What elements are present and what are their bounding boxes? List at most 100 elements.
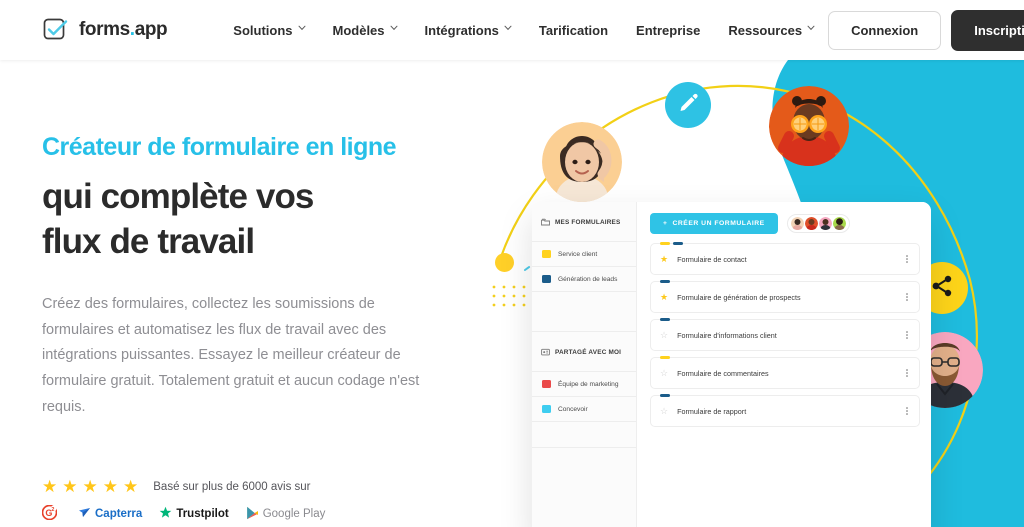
form-name: Formulaire d'informations client — [677, 330, 777, 340]
nav-item-tarification[interactable]: Tarification — [525, 17, 622, 44]
badge-label: Capterra — [95, 508, 143, 520]
nav-label: Solutions — [233, 22, 293, 38]
share-icon — [930, 274, 954, 303]
sidebar-divider — [532, 292, 636, 332]
nav-item-solutions[interactable]: Solutions — [219, 17, 318, 44]
badge-trustpilot[interactable]: Trustpilot — [159, 506, 229, 522]
nav-item-ressources[interactable]: Ressources — [714, 17, 828, 44]
badge-g2[interactable]: G 2 — [41, 504, 61, 523]
row-options-icon[interactable] — [904, 291, 910, 303]
form-name: Formulaire de rapport — [677, 406, 747, 416]
chevron-down-icon — [807, 25, 815, 32]
form-tags — [660, 280, 670, 283]
nav-label: Entreprise — [636, 22, 701, 38]
star-icon: ★ — [82, 477, 98, 496]
dashboard-toolbar: + CRÉER UN FORMULAIRE — [650, 213, 920, 234]
create-form-label: CRÉER UN FORMULAIRE — [672, 220, 765, 227]
sidebar-item-label: Concevoir — [558, 405, 588, 413]
folder-icon — [542, 380, 551, 388]
avatar-user-2 — [769, 86, 849, 166]
google-play-icon — [246, 506, 259, 523]
landing-page: forms.app Solutions Modèles Intégrations… — [0, 0, 1024, 527]
folder-icon — [542, 275, 551, 283]
pencil-bubble[interactable] — [665, 82, 711, 128]
hero-description: Créez des formulaires, collectez les sou… — [42, 295, 420, 416]
sidebar-section-shared-with-me: PARTAGÉ AVEC MOI — [532, 332, 636, 372]
sidebar-item-label: Équipe de marketing — [558, 380, 619, 388]
sidebar-item-equipe-de-marketing[interactable]: Équipe de marketing — [532, 372, 636, 397]
form-name: Formulaire de contact — [677, 254, 747, 264]
chevron-down-icon — [390, 25, 398, 32]
form-row[interactable]: ☆ Formulaire d'informations client — [650, 318, 920, 351]
sidebar-section-my-forms: MES FORMULAIRES — [532, 202, 636, 242]
dashboard-sidebar: MES FORMULAIRES Service client Génératio… — [532, 202, 637, 527]
form-row[interactable]: ☆ Formulaire de commentaires — [650, 356, 920, 389]
badge-capterra[interactable]: Capterra — [78, 506, 142, 522]
star-icon: ★ — [42, 477, 58, 496]
tag — [660, 394, 670, 397]
nav-item-integrations[interactable]: Intégrations — [411, 17, 525, 44]
brand-name: forms.app — [79, 19, 168, 40]
nav-item-modeles[interactable]: Modèles — [319, 17, 411, 44]
capterra-icon — [78, 506, 91, 522]
signup-button[interactable]: Inscription Gratuite — [951, 9, 1024, 51]
create-form-button[interactable]: + CRÉER UN FORMULAIRE — [650, 213, 778, 234]
star-icon: ★ — [123, 477, 139, 496]
form-name: Formulaire de génération de prospects — [677, 292, 801, 302]
nav-label: Ressources — [728, 22, 803, 38]
form-row[interactable]: ★ Formulaire de contact — [650, 242, 920, 275]
sidebar-item-concevoir[interactable]: Concevoir — [532, 397, 636, 422]
badge-label: Trustpilot — [176, 508, 229, 520]
favorite-star-icon[interactable]: ★ — [660, 292, 668, 302]
form-list: ★ Formulaire de contact ★ Formulaire de … — [650, 242, 920, 427]
header-actions: Connexion Inscription Gratuite — [828, 9, 1024, 51]
brand-logo[interactable]: forms.app — [42, 16, 168, 44]
main-navigation: Solutions Modèles Intégrations Tarificat… — [219, 17, 828, 44]
nav-label: Modèles — [332, 22, 385, 38]
login-button[interactable]: Connexion — [828, 10, 942, 50]
check-square-icon — [42, 16, 70, 44]
form-tags — [660, 318, 670, 321]
avatar-user-1 — [542, 122, 622, 202]
avatar — [832, 217, 846, 230]
row-options-icon[interactable] — [904, 405, 910, 417]
svg-text:2: 2 — [51, 507, 54, 513]
form-row[interactable]: ★ Formulaire de génération de prospects — [650, 280, 920, 313]
folder-icon — [542, 405, 551, 413]
page-title: qui complète vos flux de travail — [42, 175, 462, 265]
dashboard-main: + CRÉER UN FORMULAIRE ★ Formulaire de co… — [637, 202, 931, 527]
sidebar-section-title: PARTAGÉ AVEC MOI — [555, 348, 622, 356]
form-row[interactable]: ☆ Formulaire de rapport — [650, 394, 920, 427]
collaborator-avatars[interactable] — [786, 214, 850, 233]
sidebar-item-label: Génération de leads — [558, 275, 618, 283]
avatar — [818, 217, 832, 230]
folder-icon — [542, 250, 551, 258]
sidebar-section-title: MES FORMULAIRES — [555, 218, 621, 226]
tag — [660, 280, 670, 283]
hero-illustration: MES FORMULAIRES Service client Génératio… — [470, 60, 1024, 527]
shared-folder-icon — [541, 343, 550, 361]
star-icon: ★ — [62, 477, 78, 496]
row-options-icon[interactable] — [904, 367, 910, 379]
tag — [660, 356, 670, 359]
nav-label: Tarification — [538, 22, 609, 38]
favorite-star-icon[interactable]: ☆ — [660, 330, 668, 340]
g2-icon: G 2 — [41, 504, 58, 523]
nav-item-entreprise[interactable]: Entreprise — [622, 17, 714, 44]
nav-label: Intégrations — [424, 22, 499, 38]
favorite-star-icon[interactable]: ☆ — [660, 406, 668, 416]
badge-label: Google Play — [262, 508, 326, 520]
sidebar-item-label: Service client — [558, 250, 598, 258]
row-options-icon[interactable] — [904, 329, 910, 341]
sidebar-item-generation-de-leads[interactable]: Génération de leads — [532, 267, 636, 292]
trustpilot-star-icon — [159, 506, 172, 522]
star-icon: ★ — [102, 477, 118, 496]
plus-icon: + — [663, 220, 668, 227]
chevron-down-icon — [298, 25, 305, 32]
tag — [673, 242, 683, 245]
favorite-star-icon[interactable]: ☆ — [660, 368, 668, 378]
badge-google-play[interactable]: Google Play — [246, 506, 326, 523]
sidebar-item-service-client[interactable]: Service client — [532, 242, 636, 267]
row-options-icon[interactable] — [904, 253, 910, 265]
favorite-star-icon[interactable]: ★ — [660, 254, 668, 264]
